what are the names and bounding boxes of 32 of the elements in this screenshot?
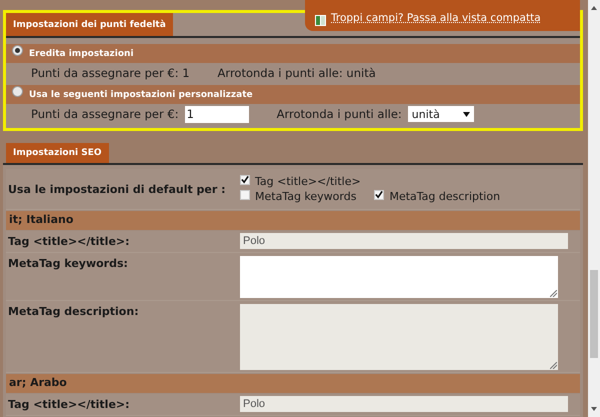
checkmark-icon	[241, 175, 249, 184]
rounding-text: Arrotonda i punti alle: unità	[218, 66, 376, 80]
radio-button[interactable]	[12, 45, 23, 56]
rounding-dropdown[interactable]: unità	[408, 106, 474, 122]
checkmark-icon	[375, 190, 384, 199]
table-icon	[315, 15, 326, 26]
points-label: Punti da assegnare per €:	[31, 107, 179, 121]
points-text: Punti da assegnare per €: 1	[31, 66, 190, 80]
scroll-up-icon[interactable]	[590, 4, 598, 12]
caret-icon	[462, 112, 470, 116]
checkbox[interactable]	[240, 174, 250, 184]
section-tab[interactable]: Impostazioni SEO	[6, 143, 108, 163]
section-tab[interactable]: Impostazioni dei punti fedeltà	[6, 13, 173, 36]
checkbox[interactable]	[374, 190, 384, 200]
points-input[interactable]: 1	[184, 106, 249, 122]
field-label: MetaTag description:	[7, 304, 140, 320]
defaults-label: Usa le impostazioni di default per :	[7, 182, 227, 198]
language-header: ar; Arabo	[6, 374, 580, 393]
checkbox-label: MetaTag description	[389, 190, 500, 203]
field-label: Tag <title></title>:	[7, 397, 131, 413]
language-header: it; Italiano	[6, 211, 580, 230]
rounding-label: Arrotonda i punti alle:	[276, 107, 402, 121]
resize-handle-icon[interactable]	[550, 290, 557, 297]
option-label: Eredita impostazioni	[29, 48, 134, 58]
checkbox-label: Tag <title></title>	[255, 175, 361, 188]
field-label: MetaTag keywords:	[7, 256, 129, 272]
radio-button[interactable]	[12, 86, 23, 97]
option-label: Usa le seguenti impostazioni personalizzate	[29, 90, 253, 100]
checkbox-label: MetaTag keywords	[255, 190, 356, 203]
scroll-thumb[interactable]	[590, 270, 598, 358]
field-label: Tag <title></title>:	[7, 234, 131, 250]
scroll-down-icon[interactable]	[590, 405, 598, 413]
